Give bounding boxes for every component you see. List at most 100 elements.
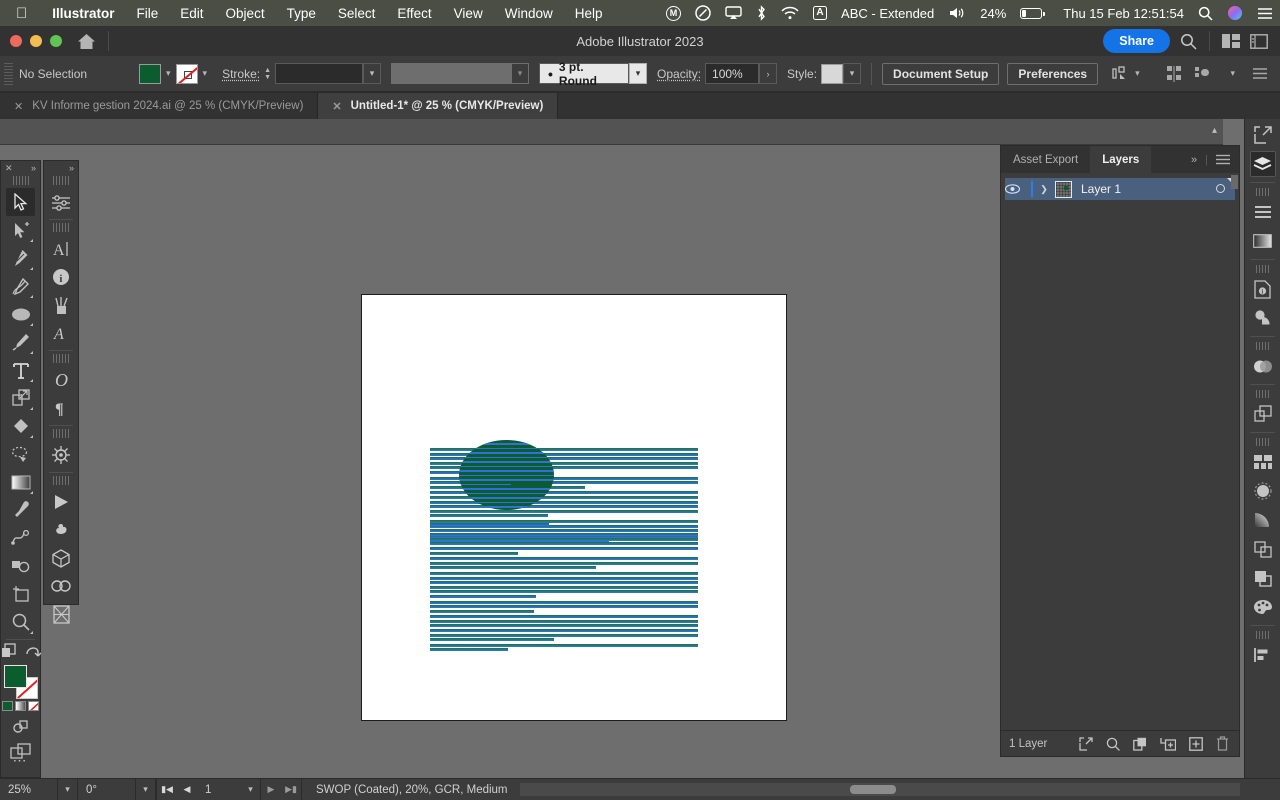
canvas-horizontal-scrollbar[interactable] (520, 778, 1240, 800)
properties-sliders-icon[interactable] (47, 188, 76, 216)
layer-row-layer-1[interactable]: ❯ Layer 1 (1005, 178, 1235, 200)
search-layers-icon[interactable] (1106, 737, 1120, 751)
transparency-icon[interactable] (1250, 353, 1276, 379)
menu-illustrator[interactable]: Illustrator (41, 6, 125, 21)
text-paragraph[interactable] (430, 557, 698, 569)
dock-grip[interactable] (1256, 188, 1270, 196)
fill-swatch[interactable] (139, 64, 161, 84)
text-cursor-icon[interactable]: A (47, 235, 76, 263)
pathfinder-icon[interactable] (1250, 305, 1276, 331)
document-tab-kv-informe[interactable]: ✕ KV Informe gestion 2024.ai @ 25 % (CMY… (0, 93, 318, 119)
tools-panel-grip[interactable] (13, 176, 29, 185)
preferences-button[interactable]: Preferences (1007, 63, 1098, 85)
draw-mode-icon[interactable] (1, 719, 40, 735)
graphic-style-dropdown[interactable]: ▾ (843, 63, 861, 84)
cube-icon[interactable] (47, 544, 76, 572)
home-icon[interactable] (76, 31, 96, 51)
menu-file[interactable]: File (126, 6, 170, 21)
swatches-icon[interactable] (1250, 449, 1276, 475)
dock-grip-5[interactable] (1256, 438, 1270, 446)
last-page-icon[interactable]: ▶▮ (281, 784, 301, 795)
wheel-icon[interactable] (47, 441, 76, 469)
arrange-chevron-icon[interactable]: ▾ (1225, 68, 1240, 79)
close-icon[interactable]: ✕ (14, 100, 23, 113)
menu-help[interactable]: Help (564, 6, 614, 21)
bluetooth-icon[interactable] (749, 5, 774, 21)
zoom-tool[interactable] (6, 608, 35, 636)
page-number-field[interactable]: 1 (197, 784, 241, 796)
green-circle-shape[interactable] (459, 440, 554, 510)
opentype-icon[interactable]: O (47, 366, 76, 394)
opacity-label[interactable]: Opacity: (657, 67, 701, 81)
dock-grip-3[interactable] (1256, 342, 1270, 350)
fill-and-stroke-swatches[interactable] (4, 665, 38, 699)
minimize-window-button[interactable] (30, 35, 42, 47)
dock-grip-4[interactable] (1256, 390, 1270, 398)
rotation-field[interactable]: 0° (78, 779, 136, 800)
gradient-tool[interactable] (6, 468, 35, 496)
panel-menu-icon[interactable] (1216, 154, 1230, 165)
align-dock-icon[interactable] (1250, 642, 1276, 668)
symbol-sprayer-tool[interactable] (6, 552, 35, 580)
stroke-swatch[interactable] (176, 64, 198, 84)
document-info-icon[interactable]: i (1250, 276, 1276, 302)
type-tool[interactable] (6, 356, 35, 384)
stroke-weight-stepper[interactable]: ▲ ▼ (260, 67, 275, 81)
dock-grip-6[interactable] (1256, 631, 1270, 639)
input-source-label[interactable]: ABC - Extended (834, 6, 941, 21)
graphic-style-swatch[interactable] (821, 64, 843, 84)
panel-menu-icon[interactable] (1252, 67, 1268, 80)
pen-tool[interactable] (6, 244, 35, 272)
gradient-swatch-button[interactable] (15, 701, 26, 711)
page-dropdown[interactable]: ▾ (241, 779, 261, 800)
panel-grip[interactable] (53, 176, 69, 185)
text-paragraph[interactable] (430, 601, 698, 613)
panel-grip-2[interactable] (53, 223, 69, 232)
tab-asset-export[interactable]: Asset Export (1001, 146, 1090, 173)
libraries-icon[interactable] (1250, 199, 1276, 225)
text-paragraph[interactable] (430, 523, 698, 526)
symbols-dock-icon[interactable] (1250, 565, 1276, 591)
curvature-tool[interactable] (6, 272, 35, 300)
artboard-tool[interactable] (6, 580, 35, 608)
create-sublayer-icon[interactable] (1160, 737, 1176, 751)
eyedropper-tool[interactable] (6, 496, 35, 524)
stroke-weight-dropdown[interactable]: ▾ (363, 63, 381, 84)
gradient-dock-icon[interactable] (1250, 228, 1276, 254)
align-dropdown-chevron-icon[interactable]: ▾ (1130, 68, 1145, 79)
info-icon[interactable]: i (47, 263, 76, 291)
free-transform-tool[interactable] (6, 384, 35, 412)
layer-name[interactable]: Layer 1 (1081, 182, 1205, 196)
layers-panel-scrollbar[interactable] (1231, 175, 1238, 189)
next-page-icon[interactable]: ▶ (261, 784, 281, 795)
appearance-icon[interactable] (1250, 536, 1276, 562)
input-source-icon[interactable]: A (806, 6, 834, 20)
color-panel-icon[interactable] (1250, 594, 1276, 620)
collapse-panel-icon[interactable]: » (1191, 154, 1197, 166)
fill-dropdown-chevron-icon[interactable]: ▾ (161, 68, 176, 79)
airplay-icon[interactable] (718, 6, 749, 20)
color-profile-label[interactable]: SWOP (Coated), 20%, GCR, Medium (301, 779, 522, 800)
layers-dock-icon[interactable] (1250, 151, 1276, 177)
opacity-field[interactable]: 100% (705, 63, 759, 84)
first-page-icon[interactable]: ▮◀ (157, 784, 177, 795)
clover-icon[interactable] (47, 516, 76, 544)
change-screen-mode-icon[interactable] (1, 643, 17, 659)
maximize-window-button[interactable] (50, 35, 62, 47)
ellipse-tool[interactable] (6, 300, 35, 328)
control-center-icon[interactable] (1250, 7, 1280, 20)
battery-percent[interactable]: 24% (973, 6, 1013, 21)
text-paragraph[interactable] (430, 615, 698, 641)
panel-grip-4[interactable] (53, 429, 69, 438)
separations-icon[interactable] (47, 600, 76, 628)
opacity-options-button[interactable]: › (759, 63, 777, 84)
arrange-documents-icon[interactable] (1222, 34, 1240, 49)
monterey-icon[interactable]: M (659, 6, 688, 21)
distribute-spacing-icon[interactable] (1195, 66, 1213, 82)
brushes-dock-icon[interactable] (1250, 478, 1276, 504)
create-new-layer-icon[interactable] (1189, 737, 1203, 751)
menu-view[interactable]: View (443, 6, 494, 21)
search-icon[interactable] (1180, 33, 1197, 50)
wifi-icon[interactable] (774, 6, 806, 20)
gradient-panel-icon[interactable] (1250, 507, 1276, 533)
